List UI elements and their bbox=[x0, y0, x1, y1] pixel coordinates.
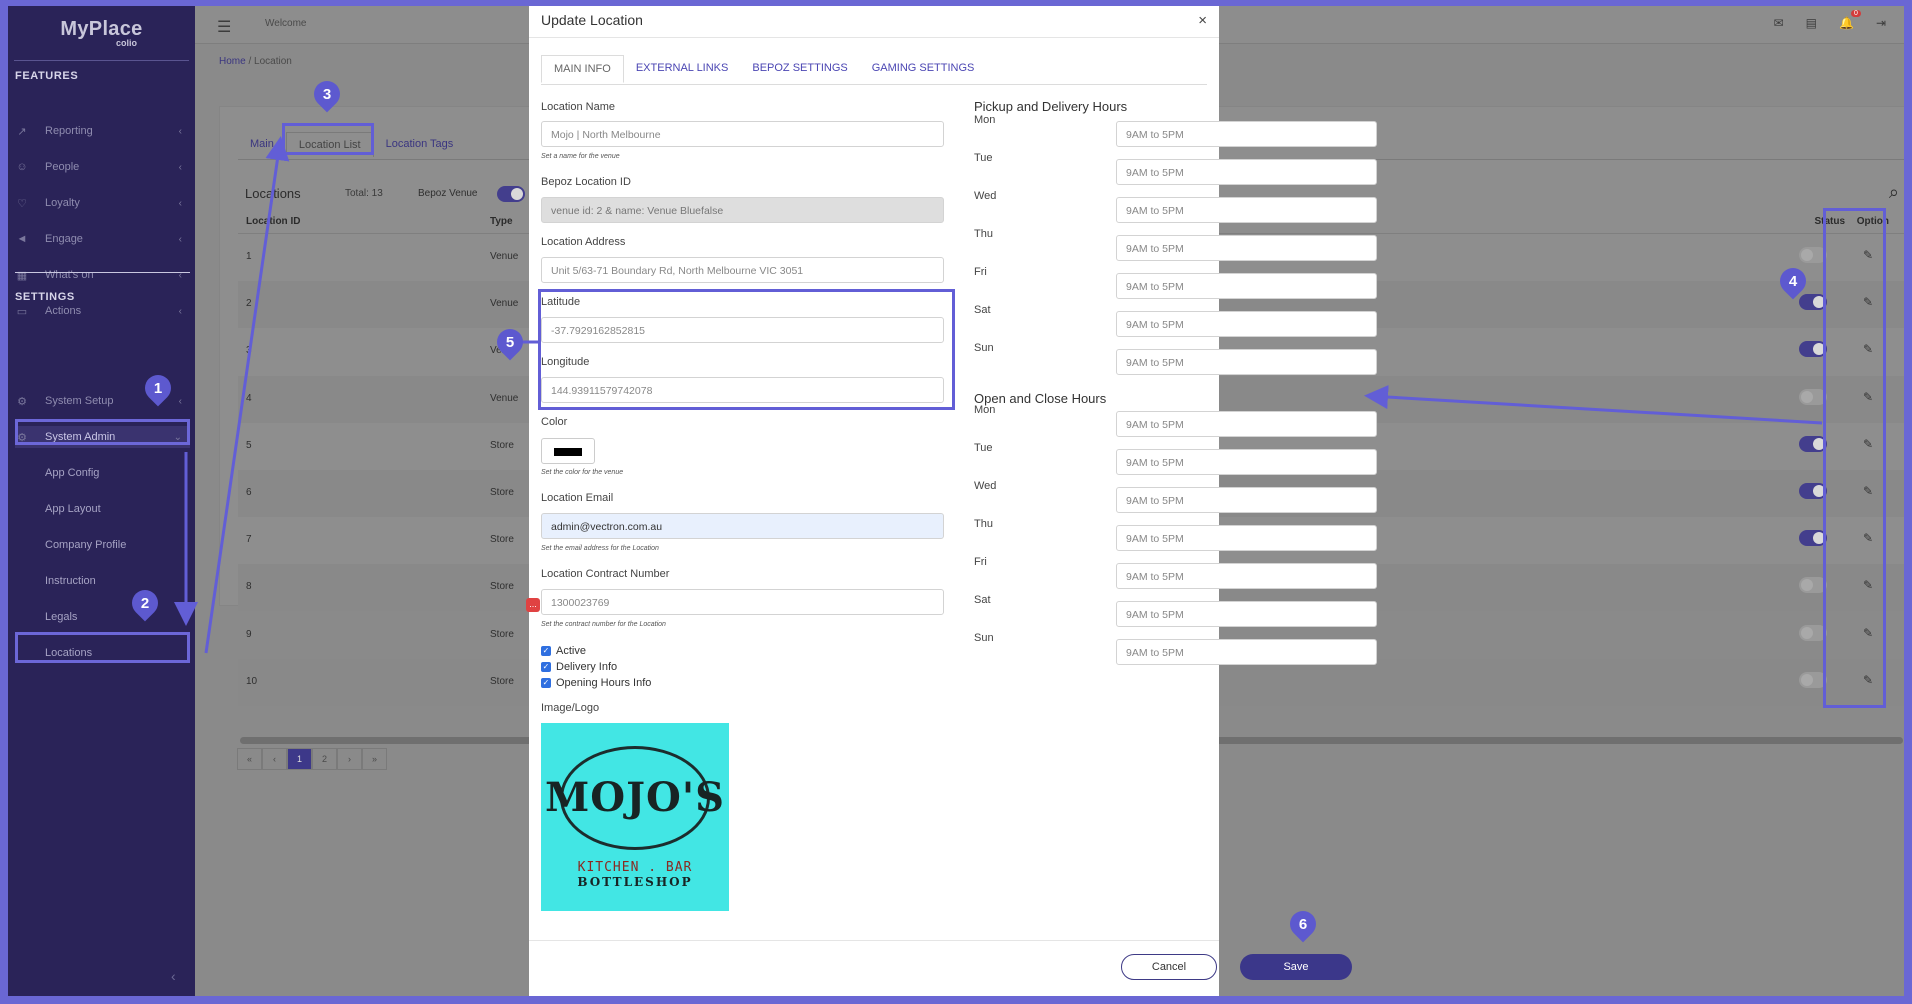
marker-2-label: 2 bbox=[140, 594, 150, 612]
annotation-marker-1: 1 bbox=[139, 369, 177, 407]
marker-5-label: 5 bbox=[505, 333, 515, 351]
marker-4-label: 4 bbox=[1788, 272, 1798, 290]
annotation-marker-6: 6 bbox=[1284, 905, 1322, 943]
marker-1-label: 1 bbox=[153, 379, 163, 397]
annotation-arrows bbox=[174, 136, 1823, 654]
marker-3-label: 3 bbox=[322, 85, 332, 103]
annotation-marker-4: 4 bbox=[1774, 262, 1812, 300]
annotation-marker-2: 2 bbox=[126, 584, 164, 622]
annotation-marker-3: 3 bbox=[308, 75, 346, 113]
annotation-marker-5: 5 bbox=[491, 323, 529, 361]
marker-6-label: 6 bbox=[1298, 915, 1308, 933]
